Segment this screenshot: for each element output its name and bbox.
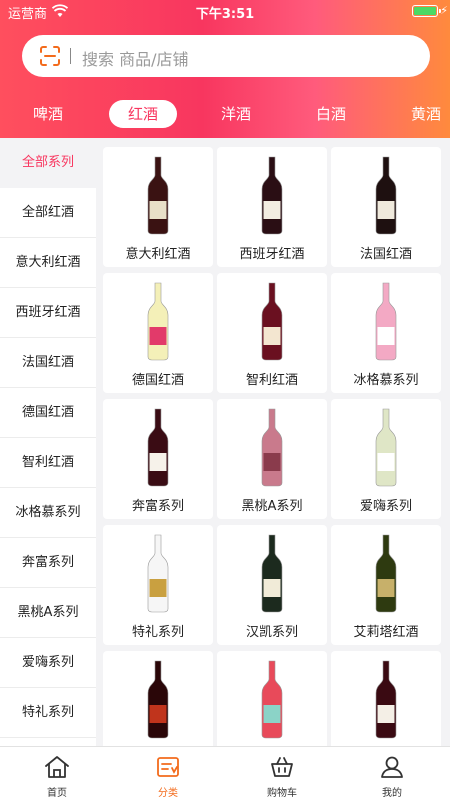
wine-bottle-icon: [375, 156, 397, 235]
status-bar: 运营商 下午3:51 ⚡: [0, 0, 450, 24]
wine-bottle-icon: [375, 660, 397, 739]
tab-yellow-wine[interactable]: 黄酒: [392, 100, 450, 128]
battery-icon: [412, 5, 441, 17]
product-card[interactable]: 黑桃A系列: [217, 399, 327, 519]
tab-bar-cart[interactable]: 购物车: [237, 747, 327, 800]
product-card[interactable]: 艾莉塔红酒: [331, 525, 441, 645]
sidebar-item-ace-of-spades[interactable]: 黑桃A系列: [0, 588, 96, 638]
wine-bottle-icon: [375, 282, 397, 361]
wine-bottle-icon: [147, 156, 169, 235]
product-label: 西班牙红酒: [239, 247, 305, 262]
wine-bottle-icon: [261, 534, 283, 613]
product-card[interactable]: 冰格慕系列: [331, 273, 441, 393]
search-input[interactable]: 搜索 商品/店铺: [82, 46, 188, 70]
wine-bottle-icon: [147, 282, 169, 361]
tab-bar-label: 分类: [158, 788, 178, 799]
sidebar-item-italy[interactable]: 意大利红酒: [0, 238, 96, 288]
product-card[interactable]: 奔富系列: [103, 399, 213, 519]
sidebar-item-germany[interactable]: 德国红酒: [0, 388, 96, 438]
wine-bottle-icon: [375, 534, 397, 613]
category-tabs: 啤酒 红酒 洋酒 白酒 黄酒: [0, 96, 450, 132]
product-label: 黑桃A系列: [241, 499, 303, 514]
wine-bottle-icon: [147, 408, 169, 487]
product-card[interactable]: [331, 651, 441, 746]
product-label: 特礼系列: [131, 625, 184, 640]
tab-red-wine[interactable]: 红酒: [109, 100, 177, 128]
sidebar: 全部系列 全部红酒 意大利红酒 西班牙红酒 法国红酒 德国红酒 智利红酒 冰格慕…: [0, 138, 96, 746]
bottom-tab-bar: 首页 分类 购物车 我的: [0, 746, 450, 800]
wine-bottle-icon: [147, 660, 169, 739]
charging-icon: ⚡: [440, 4, 448, 17]
tab-bar-home[interactable]: 首页: [12, 747, 102, 800]
tab-bar-label: 购物车: [267, 788, 297, 799]
product-label: 汉凯系列: [245, 625, 298, 640]
product-label: 冰格慕系列: [353, 373, 419, 388]
wine-bottle-icon: [261, 156, 283, 235]
product-card[interactable]: 德国红酒: [103, 273, 213, 393]
wine-bottle-icon: [261, 282, 283, 361]
tab-bar-category[interactable]: 分类: [123, 747, 213, 800]
tab-bar-me[interactable]: 我的: [347, 747, 437, 800]
product-card[interactable]: 意大利红酒: [103, 147, 213, 267]
scan-icon[interactable]: [39, 45, 61, 67]
product-label: 意大利红酒: [125, 247, 191, 262]
tab-beer[interactable]: 啤酒: [14, 100, 82, 128]
wine-bottle-icon: [261, 660, 283, 739]
tab-bar-label: 首页: [47, 788, 67, 799]
sidebar-item-penfolds[interactable]: 奔富系列: [0, 538, 96, 588]
product-card[interactable]: 西班牙红酒: [217, 147, 327, 267]
home-icon: [45, 756, 69, 778]
product-grid: 意大利红酒 西班牙红酒 法国红酒 德国红酒 智利红酒 冰格慕系列 奔富系列 黑桃…: [96, 138, 450, 746]
product-card[interactable]: 法国红酒: [331, 147, 441, 267]
user-icon: [381, 756, 403, 778]
wine-bottle-icon: [375, 408, 397, 487]
product-label: 艾莉塔红酒: [353, 625, 419, 640]
product-label: 爱嗨系列: [359, 499, 412, 514]
wine-bottle-icon: [261, 408, 283, 487]
sidebar-item-france[interactable]: 法国红酒: [0, 338, 96, 388]
product-card[interactable]: 汉凯系列: [217, 525, 327, 645]
wine-bottle-icon: [147, 534, 169, 613]
sidebar-item-bingemu[interactable]: 冰格慕系列: [0, 488, 96, 538]
sidebar-item-chile[interactable]: 智利红酒: [0, 438, 96, 488]
tab-baijiu[interactable]: 白酒: [297, 100, 365, 128]
product-card[interactable]: [217, 651, 327, 746]
product-label: 德国红酒: [131, 373, 184, 388]
category-icon: [157, 757, 179, 777]
status-time: 下午3:51: [195, 7, 255, 22]
header: 运营商 下午3:51 ⚡ 搜索 商品/店铺 啤酒 红酒 洋酒 白酒 黄酒: [0, 0, 450, 138]
sidebar-item-all-series[interactable]: 全部系列: [0, 138, 96, 188]
tab-spirits[interactable]: 洋酒: [202, 100, 270, 128]
product-label: 法国红酒: [359, 247, 412, 262]
cart-icon: [271, 757, 293, 777]
search-bar[interactable]: 搜索 商品/店铺: [22, 35, 430, 77]
product-label: 奔富系列: [131, 499, 184, 514]
product-card[interactable]: 特礼系列: [103, 525, 213, 645]
sidebar-item-teli[interactable]: 特礼系列: [0, 688, 96, 738]
sidebar-item-aihai[interactable]: 爱嗨系列: [0, 638, 96, 688]
sidebar-item-spain[interactable]: 西班牙红酒: [0, 288, 96, 338]
product-card[interactable]: [103, 651, 213, 746]
product-card[interactable]: 爱嗨系列: [331, 399, 441, 519]
search-caret: [70, 48, 71, 64]
tab-bar-label: 我的: [382, 788, 402, 799]
product-label: 智利红酒: [245, 373, 298, 388]
sidebar-item-all-red-wine[interactable]: 全部红酒: [0, 188, 96, 238]
product-card[interactable]: 智利红酒: [217, 273, 327, 393]
